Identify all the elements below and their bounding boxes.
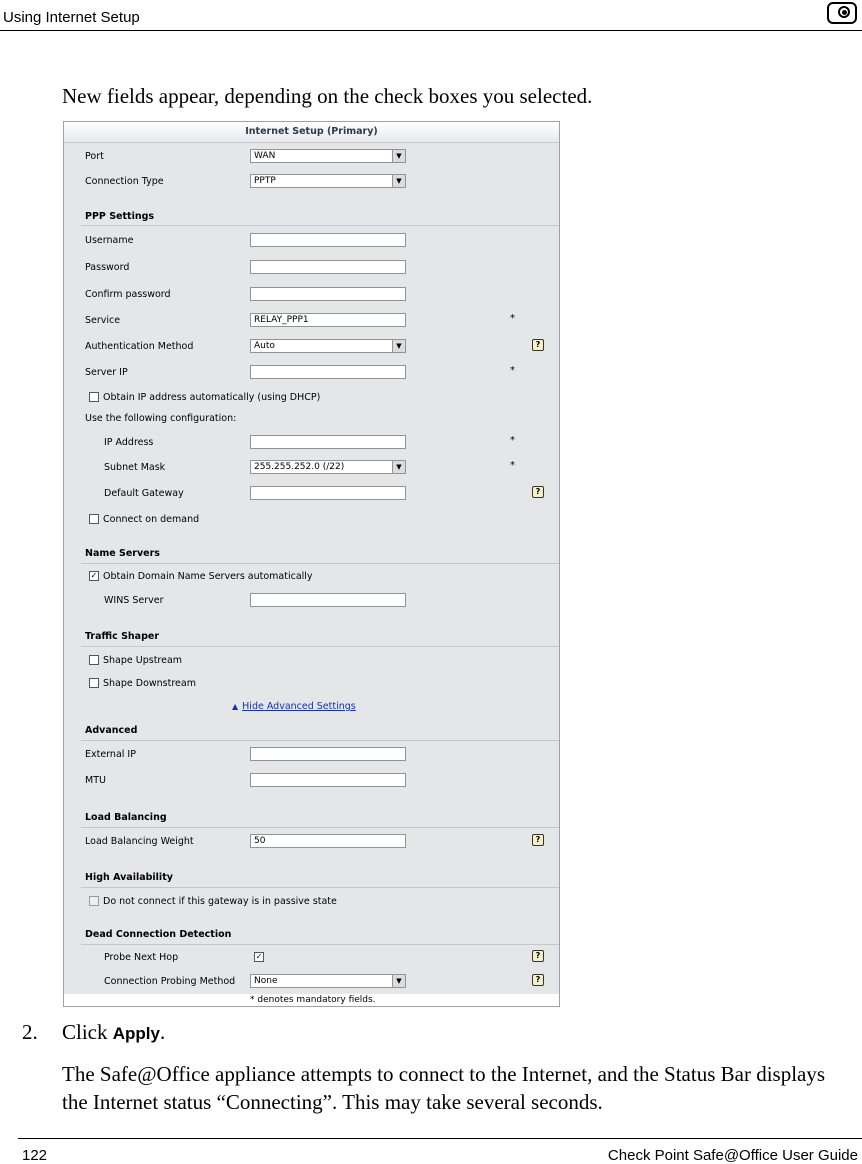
default-gateway-label: Default Gateway [104, 488, 184, 499]
wins-server-label: WINS Server [104, 595, 164, 606]
divider [81, 827, 559, 828]
probing-method-select[interactable]: None ▼ [250, 974, 406, 988]
guide-title: Check Point Safe@Office User Guide [607, 1147, 858, 1164]
traffic-shaper-heading: Traffic Shaper [85, 631, 160, 642]
dead-connection-heading: Dead Connection Detection [85, 929, 232, 940]
high-availability-heading: High Availability [85, 872, 173, 883]
help-icon[interactable]: ? [532, 950, 544, 962]
mandatory-note: * denotes mandatory fields. [250, 995, 376, 1005]
name-servers-heading: Name Servers [85, 548, 160, 559]
service-label: Service [85, 315, 121, 326]
hide-advanced-settings-link[interactable]: ▲ Hide Advanced Settings [232, 701, 356, 712]
advanced-heading: Advanced [85, 725, 138, 736]
footer-rule [18, 1138, 862, 1139]
obtain-dns-label: Obtain Domain Name Servers automatically [103, 571, 313, 582]
mtu-input[interactable] [250, 773, 406, 787]
chevron-down-icon: ▼ [392, 340, 405, 352]
step-number: 2. [22, 1020, 38, 1044]
port-label: Port [85, 151, 104, 162]
wins-server-input[interactable] [250, 593, 406, 607]
help-icon[interactable]: ? [532, 486, 544, 498]
mandatory-asterisk: * [510, 365, 515, 376]
mtu-label: MTU [85, 775, 106, 786]
external-ip-label: External IP [85, 749, 136, 760]
apply-term: Apply [112, 1024, 160, 1043]
triangle-up-icon: ▲ [232, 702, 239, 711]
server-ip-input[interactable] [250, 365, 406, 379]
auth-method-select[interactable]: Auto ▼ [250, 339, 406, 353]
probe-next-hop-checkbox[interactable]: ✓ [254, 952, 264, 962]
confirm-password-label: Confirm password [85, 289, 171, 300]
divider [81, 944, 559, 945]
probing-method-label: Connection Probing Method [104, 976, 236, 987]
chevron-down-icon: ▼ [392, 175, 405, 187]
ip-address-input[interactable] [250, 435, 406, 449]
shape-upstream-label: Shape Upstream [103, 655, 183, 666]
mandatory-asterisk: * [510, 313, 515, 324]
connect-on-demand-checkbox[interactable] [89, 514, 99, 524]
password-input[interactable] [250, 260, 406, 274]
obtain-ip-checkbox[interactable] [89, 392, 99, 402]
do-not-connect-label: Do not connect if this gateway is in pas… [103, 896, 337, 907]
connect-on-demand-label: Connect on demand [103, 514, 200, 525]
divider [81, 740, 559, 741]
mandatory-asterisk: * [510, 435, 515, 446]
help-icon[interactable]: ? [532, 834, 544, 846]
username-label: Username [85, 235, 134, 246]
probe-next-hop-label: Probe Next Hop [104, 952, 179, 963]
shape-downstream-checkbox[interactable] [89, 678, 99, 688]
shape-downstream-label: Shape Downstream [103, 678, 196, 689]
load-balancing-heading: Load Balancing [85, 812, 167, 823]
mandatory-asterisk: * [510, 460, 515, 471]
connection-type-label: Connection Type [85, 176, 164, 187]
panel-title: Internet Setup (Primary) [64, 122, 559, 143]
do-not-connect-checkbox[interactable] [89, 896, 99, 906]
port-select[interactable]: WAN ▼ [250, 149, 406, 163]
chevron-down-icon: ▼ [392, 150, 405, 162]
use-following-label: Use the following configuration: [85, 413, 237, 424]
chevron-down-icon: ▼ [392, 461, 405, 473]
divider [81, 887, 559, 888]
external-ip-input[interactable] [250, 747, 406, 761]
server-ip-label: Server IP [85, 367, 128, 378]
auth-method-label: Authentication Method [85, 341, 194, 352]
header-rule [0, 30, 862, 31]
default-gateway-input[interactable] [250, 486, 406, 500]
divider [81, 563, 559, 564]
lb-weight-input[interactable]: 50 [250, 834, 406, 848]
confirm-password-input[interactable] [250, 287, 406, 301]
subnet-mask-select[interactable]: 255.255.252.0 (/22) ▼ [250, 460, 406, 474]
running-header: Using Internet Setup [3, 9, 140, 26]
obtain-ip-label: Obtain IP address automatically (using D… [103, 392, 321, 403]
divider [81, 646, 559, 647]
password-label: Password [85, 262, 130, 273]
service-input[interactable]: RELAY_PPP1 [250, 313, 406, 327]
username-input[interactable] [250, 233, 406, 247]
chevron-down-icon: ▼ [392, 975, 405, 987]
ppp-settings-heading: PPP Settings [85, 211, 155, 222]
page-number: 122 [22, 1147, 48, 1164]
divider [81, 225, 559, 226]
obtain-dns-checkbox[interactable]: ✓ [89, 571, 99, 581]
lb-weight-label: Load Balancing Weight [85, 836, 194, 847]
step-description: The Safe@Office appliance attempts to co… [62, 1062, 826, 1114]
internet-setup-screenshot: Internet Setup (Primary) Port WAN ▼ Conne… [63, 121, 560, 1007]
check-point-logo-icon [827, 2, 857, 24]
help-icon[interactable]: ? [532, 339, 544, 351]
connection-type-select[interactable]: PPTP ▼ [250, 174, 406, 188]
step-instruction: Click Apply. [62, 1020, 166, 1044]
intro-text: New fields appear, depending on the chec… [62, 84, 593, 108]
ip-address-label: IP Address [104, 437, 154, 448]
subnet-mask-label: Subnet Mask [104, 462, 166, 473]
shape-upstream-checkbox[interactable] [89, 655, 99, 665]
help-icon[interactable]: ? [532, 974, 544, 986]
